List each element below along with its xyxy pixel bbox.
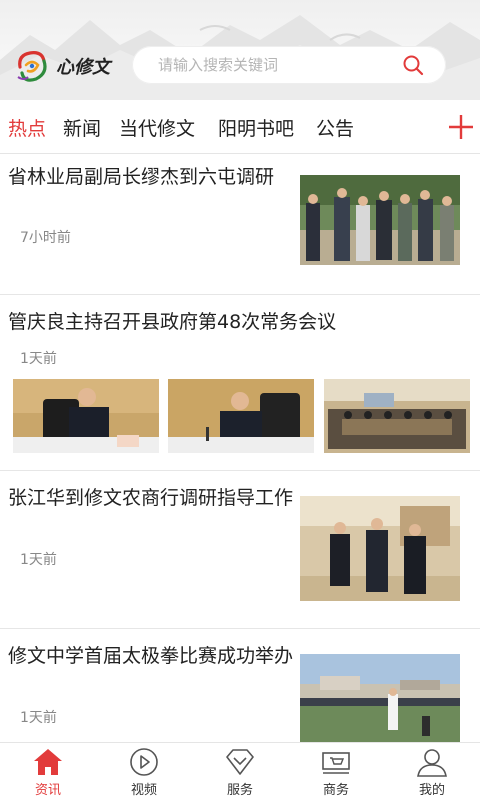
- tab-news[interactable]: 新闻: [63, 114, 101, 141]
- search-bar[interactable]: [132, 46, 446, 84]
- news-item[interactable]: 修文中学首届太极拳比赛成功举办 1天前: [0, 629, 480, 742]
- nav-item-mine[interactable]: 我的: [402, 747, 462, 799]
- news-time: 1天前: [20, 710, 57, 726]
- taiji-competition-photo: [300, 654, 460, 742]
- search-input[interactable]: [158, 56, 402, 74]
- news-item[interactable]: 省林业局副局长缪杰到六屯调研 7小时前: [0, 155, 480, 295]
- news-thumbnail[interactable]: [300, 496, 460, 601]
- nav-label: 服务: [226, 783, 253, 798]
- diamond-icon: [226, 749, 254, 775]
- search-icon[interactable]: [402, 54, 424, 76]
- news-title[interactable]: 张江华到修文农商行调研指导工作: [8, 485, 293, 511]
- tab-hot[interactable]: 热点: [8, 114, 46, 141]
- nav-item-service[interactable]: 服务: [210, 747, 270, 799]
- nav-label: 视频: [130, 783, 157, 798]
- meeting-room-photo: [324, 379, 470, 453]
- user-icon: [417, 749, 447, 777]
- nav-label: 我的: [418, 783, 445, 798]
- tab-contemporary-xiuwen[interactable]: 当代修文: [119, 114, 195, 141]
- tab-yangming-bookbar[interactable]: 阳明书吧: [218, 114, 294, 141]
- header-banner: 心修文: [0, 0, 480, 100]
- news-title[interactable]: 修文中学首届太极拳比赛成功举办: [8, 643, 293, 669]
- news-item[interactable]: 管庆良主持召开县政府第48次常务会议 1天前: [0, 295, 480, 471]
- category-tabs: 热点 新闻 当代修文 阳明书吧 公告: [0, 100, 480, 154]
- news-thumbnail[interactable]: [324, 379, 470, 453]
- news-title[interactable]: 管庆良主持召开县政府第48次常务会议: [8, 309, 468, 335]
- nav-item-news[interactable]: 资讯: [18, 747, 78, 799]
- nav-item-business[interactable]: 商务: [306, 747, 366, 799]
- nav-label: 资讯: [34, 783, 61, 798]
- meeting-chair-photo: [168, 379, 314, 453]
- news-thumbnail[interactable]: [168, 379, 314, 453]
- news-thumbnail[interactable]: [300, 175, 460, 265]
- forest-officials-photo: [300, 175, 460, 265]
- news-time: 7小时前: [20, 230, 71, 246]
- add-tab-icon[interactable]: [446, 112, 476, 142]
- bank-visit-photo: [300, 496, 460, 601]
- app-logo: 心修文: [14, 46, 114, 86]
- news-title[interactable]: 省林业局副局长缪杰到六屯调研: [8, 164, 293, 190]
- meeting-speaker-photo: [13, 379, 159, 453]
- logo-text: 心修文: [56, 57, 110, 78]
- nav-item-video[interactable]: 视频: [114, 747, 174, 799]
- nav-label: 商务: [322, 783, 349, 798]
- news-thumbnail[interactable]: [13, 379, 159, 453]
- news-time: 1天前: [20, 351, 57, 367]
- home-icon: [34, 749, 62, 775]
- logo-icon: [17, 51, 47, 82]
- cart-icon: [322, 752, 350, 774]
- news-thumbnail[interactable]: [300, 654, 460, 742]
- bottom-navigation: 资讯 视频 服务 商务 我的: [0, 742, 480, 800]
- tab-notice[interactable]: 公告: [316, 114, 354, 141]
- play-icon: [130, 748, 158, 776]
- news-item[interactable]: 张江华到修文农商行调研指导工作 1天前: [0, 471, 480, 629]
- news-time: 1天前: [20, 552, 57, 568]
